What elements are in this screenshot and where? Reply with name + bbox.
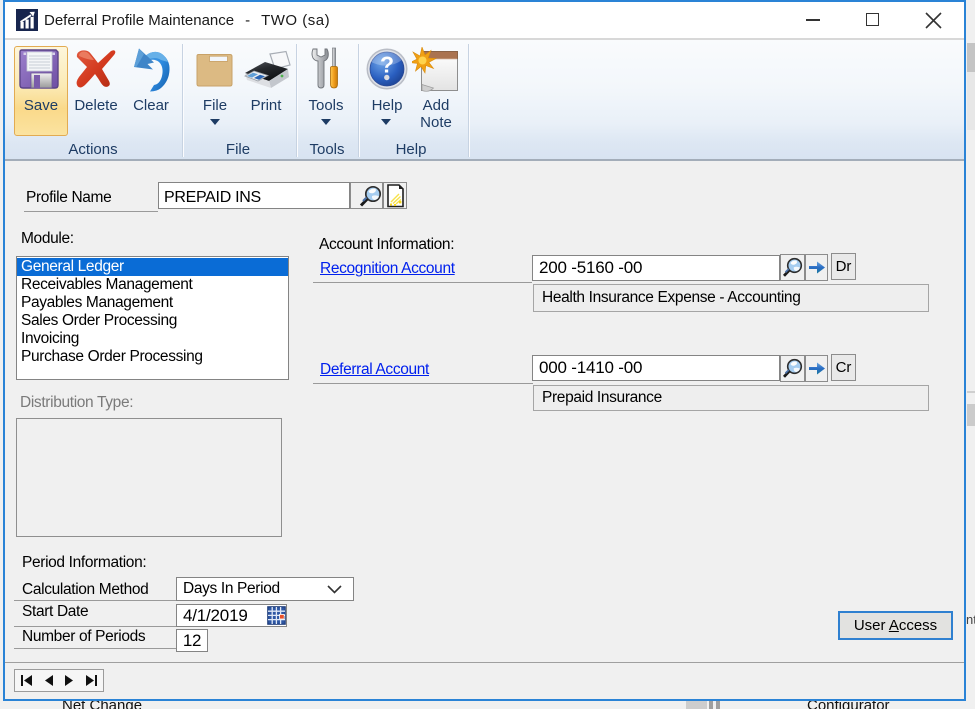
svg-text:?: ? <box>380 52 394 78</box>
